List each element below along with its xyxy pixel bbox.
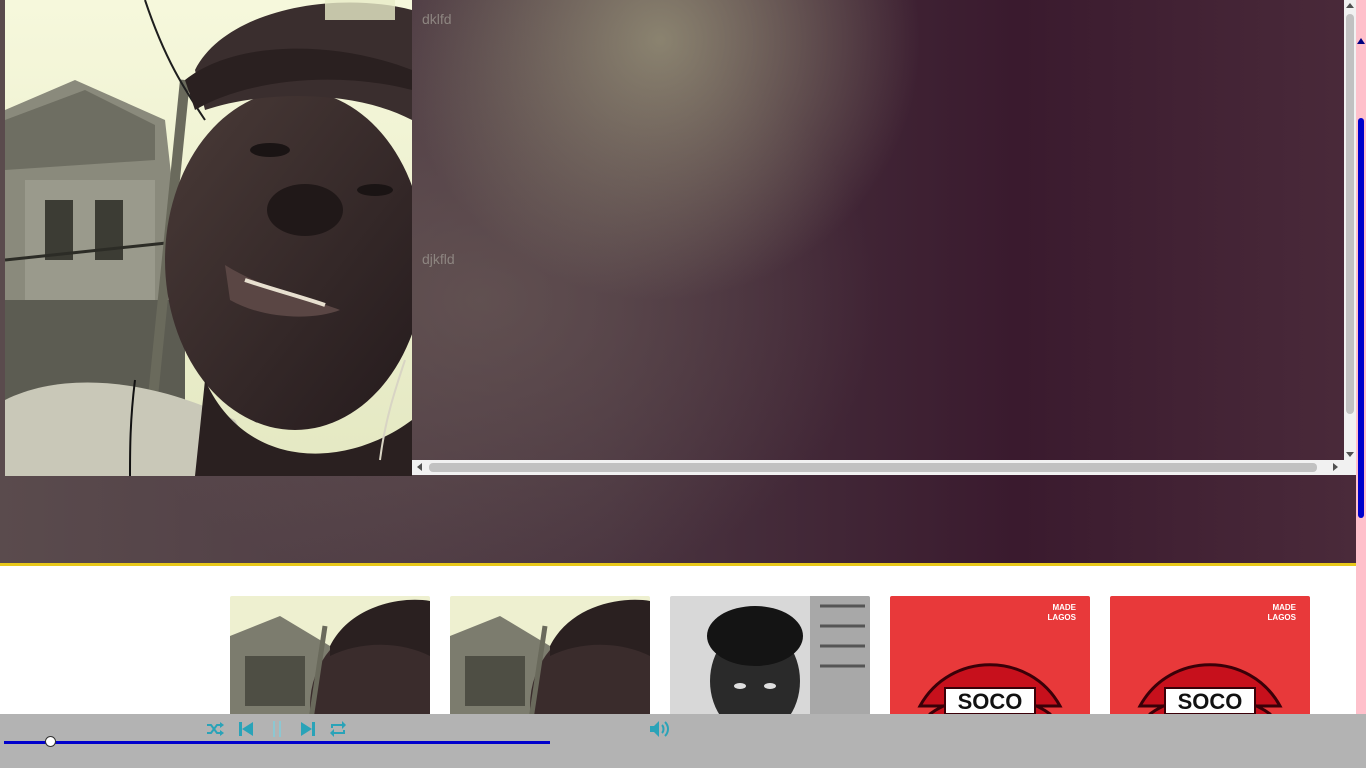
repeat-button[interactable] bbox=[327, 718, 349, 740]
gallery-card[interactable] bbox=[450, 596, 650, 726]
previous-button[interactable] bbox=[235, 718, 257, 740]
selfie-cap-thumbnail bbox=[450, 596, 650, 726]
soco-lips-thumbnail: SOCO MADE LAGOS bbox=[890, 596, 1090, 726]
page-scrollbar[interactable] bbox=[1356, 0, 1366, 768]
info-text-1: dklfd bbox=[422, 11, 452, 27]
scroll-up-arrow-icon[interactable] bbox=[1346, 3, 1354, 8]
svg-text:LAGOS: LAGOS bbox=[1048, 613, 1077, 622]
progress-bar[interactable] bbox=[4, 736, 550, 747]
svg-text:LAGOS: LAGOS bbox=[1268, 613, 1297, 622]
selfie-cap-thumbnail bbox=[230, 596, 430, 726]
page-scroll-thumb[interactable] bbox=[1358, 118, 1364, 518]
info-vertical-scrollbar[interactable] bbox=[1344, 0, 1356, 460]
info-pane: dklfd djkfld bbox=[412, 0, 1356, 476]
svg-text:MADE: MADE bbox=[1052, 603, 1076, 612]
gallery-card[interactable]: SOCO MADE LAGOS bbox=[1110, 596, 1310, 726]
pause-icon bbox=[273, 721, 281, 737]
profile-photo bbox=[5, 0, 412, 476]
soco-lips-thumbnail: SOCO MADE LAGOS bbox=[1110, 596, 1310, 726]
volume-icon bbox=[650, 721, 669, 737]
next-button[interactable] bbox=[297, 718, 319, 740]
scroll-thumb[interactable] bbox=[1346, 14, 1354, 414]
progress-knob[interactable] bbox=[45, 736, 57, 747]
svg-text:SOCO: SOCO bbox=[1178, 689, 1243, 714]
previous-icon bbox=[239, 722, 253, 736]
shuffle-icon bbox=[207, 722, 224, 736]
play-pause-button[interactable] bbox=[266, 718, 288, 740]
shuffle-button[interactable] bbox=[204, 718, 226, 740]
gallery-card[interactable] bbox=[670, 596, 870, 726]
scroll-left-arrow-icon[interactable] bbox=[417, 463, 422, 471]
svg-text:SOCO: SOCO bbox=[958, 689, 1023, 714]
page-scroll-up-icon[interactable] bbox=[1357, 38, 1365, 44]
bw-portrait-thumbnail bbox=[670, 596, 870, 726]
hero-section: dklfd djkfld bbox=[0, 0, 1356, 563]
next-icon bbox=[301, 722, 315, 736]
music-player-bar bbox=[0, 714, 1366, 768]
repeat-icon bbox=[330, 721, 346, 737]
info-horizontal-scrollbar[interactable] bbox=[412, 460, 1356, 475]
scroll-thumb[interactable] bbox=[429, 463, 1317, 472]
gallery-card[interactable]: SOCO MADE LAGOS bbox=[890, 596, 1090, 726]
info-text-2: djkfld bbox=[422, 251, 455, 267]
gallery-card[interactable] bbox=[230, 596, 430, 726]
volume-button[interactable] bbox=[649, 718, 671, 740]
scroll-right-arrow-icon[interactable] bbox=[1333, 463, 1338, 471]
svg-text:MADE: MADE bbox=[1272, 603, 1296, 612]
scroll-down-arrow-icon[interactable] bbox=[1346, 452, 1354, 457]
gallery: SOCO MADE LAGOS SOCO MADE LAGOS bbox=[0, 566, 1356, 726]
